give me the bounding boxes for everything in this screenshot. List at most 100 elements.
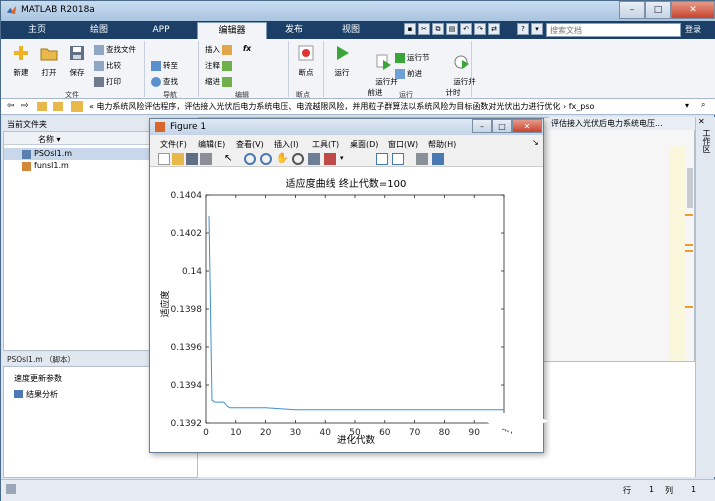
- undo-icon[interactable]: ↶: [460, 23, 472, 35]
- run-label: 运行: [334, 68, 350, 77]
- minimize-button[interactable]: –: [619, 1, 645, 19]
- warning-marker[interactable]: [685, 250, 693, 252]
- tab-home[interactable]: 主页: [11, 22, 63, 39]
- new-figure-icon[interactable]: [158, 153, 170, 165]
- zoom-in-icon[interactable]: [244, 153, 256, 165]
- redo-icon[interactable]: ↷: [474, 23, 486, 35]
- pan-icon[interactable]: ✋: [276, 153, 288, 165]
- menu-window[interactable]: 窗口(W): [388, 139, 418, 150]
- quick-save-icon[interactable]: ▪: [404, 23, 416, 35]
- search-input[interactable]: 搜索文档: [546, 23, 681, 37]
- up-folder-icon[interactable]: [37, 102, 47, 111]
- mfile-icon: [22, 150, 31, 159]
- advance-icon: [395, 68, 405, 79]
- quick-cut-icon[interactable]: ✂: [418, 23, 430, 35]
- current-path[interactable]: « 电力系统风险评估程序，评估接入光伏后电力系统电压、电流越限风险，并用粒子群算…: [89, 101, 594, 112]
- print-button[interactable]: 打印: [94, 76, 121, 87]
- quick-paste-icon[interactable]: ▤: [446, 23, 458, 35]
- figure-minimize-button[interactable]: –: [472, 119, 492, 133]
- breakpoint-button[interactable]: 断点: [295, 44, 317, 78]
- tab-editor[interactable]: 编辑器: [197, 22, 267, 39]
- name-column-label: 名称 ▾: [38, 135, 61, 144]
- menu-view[interactable]: 查看(V): [236, 139, 264, 150]
- goto-button[interactable]: 转至: [151, 60, 178, 71]
- quick-copy-icon[interactable]: ⧉: [432, 23, 444, 35]
- show-plot-tools-icon[interactable]: [432, 153, 444, 165]
- data-cursor-icon[interactable]: [308, 153, 320, 165]
- detail-item[interactable]: 结果分析: [14, 389, 58, 400]
- figure-logo-icon: [155, 122, 165, 132]
- insert-icon: [222, 44, 232, 55]
- menu-tools[interactable]: 工具(T): [312, 139, 339, 150]
- workspace-label[interactable]: 工作区: [701, 129, 712, 153]
- figure-maximize-button[interactable]: □: [492, 119, 512, 133]
- new-button[interactable]: 新建: [9, 44, 33, 78]
- file-name: PSOsl1.m: [34, 149, 73, 158]
- y-tick-label: 0.1396: [171, 343, 203, 353]
- menu-desktop[interactable]: 桌面(D): [350, 139, 378, 150]
- zoom-out-icon[interactable]: [260, 153, 272, 165]
- rotate-icon[interactable]: [292, 153, 304, 165]
- dock-icon[interactable]: ↘: [532, 138, 539, 147]
- tab-apps[interactable]: APP: [135, 22, 187, 39]
- hide-plot-tools-icon[interactable]: [416, 153, 428, 165]
- run-section-button[interactable]: 运行节: [395, 52, 430, 63]
- group-divider: [198, 41, 199, 97]
- open-button[interactable]: 打开: [37, 44, 61, 78]
- menu-insert[interactable]: 插入(I): [274, 139, 299, 150]
- legend-icon[interactable]: [392, 153, 404, 165]
- path-dropdown-icon[interactable]: ▾: [685, 101, 689, 110]
- colorbar-icon[interactable]: [376, 153, 388, 165]
- quick-menu-icon[interactable]: ▾: [531, 23, 543, 35]
- find-button[interactable]: 查找: [151, 76, 178, 87]
- tab-view[interactable]: 视图: [323, 22, 379, 39]
- run-advance-label: 运行并 前进: [367, 77, 398, 97]
- indent-button[interactable]: 缩进: [205, 76, 232, 87]
- editor-scrollbar[interactable]: [687, 168, 693, 208]
- collapse-icon[interactable]: ✕: [698, 117, 705, 126]
- save-button[interactable]: 保存: [65, 44, 89, 78]
- forward-icon[interactable]: ⇨: [21, 101, 29, 111]
- brush-icon[interactable]: [324, 153, 336, 165]
- pointer-icon[interactable]: ↖: [224, 153, 236, 165]
- back-icon[interactable]: ⇦: [7, 101, 15, 111]
- advance-button[interactable]: 前进: [395, 68, 422, 79]
- compare-button[interactable]: 比较: [94, 60, 121, 71]
- close-button[interactable]: ✕: [671, 1, 715, 19]
- print-figure-icon[interactable]: [200, 153, 212, 165]
- run-section-label: 运行节: [407, 53, 430, 62]
- find-files-button[interactable]: 查找文件: [94, 44, 136, 55]
- run-advance-button[interactable]: 运行并 前进: [361, 44, 398, 107]
- help-icon[interactable]: ?: [517, 23, 529, 35]
- open-file-icon[interactable]: [172, 153, 184, 165]
- run-time-button[interactable]: 运行并 计时: [439, 44, 476, 107]
- maximize-button[interactable]: □: [645, 1, 671, 19]
- tab-publish[interactable]: 发布: [269, 22, 319, 39]
- group-divider: [288, 41, 289, 97]
- figure-close-button[interactable]: ✕: [512, 119, 542, 133]
- menu-file[interactable]: 文件(F): [160, 139, 187, 150]
- warning-marker[interactable]: [685, 244, 693, 246]
- switch-windows-icon[interactable]: ⇄: [488, 23, 500, 35]
- breakpoint-label: 断点: [298, 68, 314, 77]
- search-folder-icon[interactable]: ⌕: [701, 100, 705, 110]
- warning-marker[interactable]: [685, 214, 693, 216]
- browse-folder-icon[interactable]: [53, 102, 63, 111]
- comment-button[interactable]: 注释: [205, 60, 232, 71]
- warning-marker[interactable]: [685, 306, 693, 308]
- editor-tab-title[interactable]: 评估接入光伏后电力系统电压...: [549, 117, 695, 130]
- save-figure-icon[interactable]: [186, 153, 198, 165]
- goto-icon: [151, 60, 161, 71]
- run-button[interactable]: 运行: [331, 44, 353, 78]
- group-divider: [144, 41, 145, 97]
- tab-plots[interactable]: 绘图: [73, 22, 125, 39]
- matlab-logo-icon: [6, 5, 17, 15]
- menu-edit[interactable]: 编辑(E): [198, 139, 225, 150]
- new-label: 新建: [13, 68, 29, 77]
- brush-dropdown-icon[interactable]: ▾: [340, 153, 352, 165]
- insert-function-button[interactable]: fx: [243, 44, 251, 53]
- menu-help[interactable]: 帮助(H): [428, 139, 456, 150]
- login-link[interactable]: 登录: [685, 24, 701, 35]
- insert-button[interactable]: 插入: [205, 44, 232, 55]
- detail-item[interactable]: 速度更新参数: [14, 373, 62, 384]
